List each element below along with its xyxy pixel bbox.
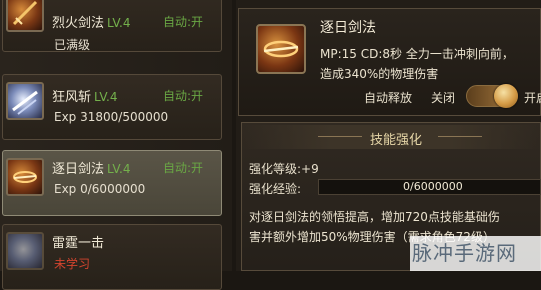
auto-release-label: 自动释放 bbox=[364, 91, 413, 105]
skill-auto-status: 自动:开 bbox=[163, 161, 204, 175]
auto-release-on-label: 开启 bbox=[524, 91, 541, 105]
skill-card-leiting[interactable] bbox=[2, 224, 222, 290]
sun-sword-icon bbox=[6, 158, 44, 196]
sun-sword-icon bbox=[256, 24, 306, 74]
fire-sword-icon bbox=[6, 0, 44, 32]
skill-level: LV.4 bbox=[107, 16, 131, 30]
thunder-strike-icon bbox=[6, 232, 44, 270]
desc-line: 造成340%的物理伤害 bbox=[320, 67, 439, 81]
skill-sub-text: Exp 0/6000000 bbox=[54, 182, 146, 196]
detail-skill-name: 逐日剑法 bbox=[320, 20, 376, 36]
skill-auto-status: 自动:开 bbox=[163, 15, 204, 29]
enhance-title: 技能强化 bbox=[370, 133, 423, 148]
skill-card-kuangfeng[interactable] bbox=[2, 74, 222, 140]
auto-release-off-label: 关闭 bbox=[431, 91, 456, 105]
toggle-knob[interactable] bbox=[494, 84, 518, 108]
title-divider-left bbox=[318, 136, 362, 137]
desc-line: 对逐日剑法的领悟提高，增加720点技能基础伤 bbox=[249, 210, 500, 224]
desc-line: MP:15 CD:8秒 全力一击冲刺向前， bbox=[320, 47, 514, 61]
detail-skill-description: MP:15 CD:8秒 全力一击冲刺向前， 造成340%的物理伤害 bbox=[320, 44, 514, 84]
skill-name-leiting: 雷霆一击 bbox=[52, 236, 105, 251]
skill-level: LV.4 bbox=[94, 90, 118, 104]
enhance-level: 强化等级:+9 bbox=[249, 162, 319, 176]
skill-name-liehuo: 烈火剑法 LV.4 bbox=[52, 16, 131, 31]
skill-name-zhuri: 逐日剑法 LV.4 bbox=[52, 162, 131, 177]
skill-sub-text: 已满级 bbox=[54, 38, 91, 52]
watermark-text: 脉冲手游网 bbox=[412, 241, 517, 265]
skill-name-kuangfeng: 狂风斩 LV.4 bbox=[52, 90, 118, 105]
skill-sub-text: 未学习 bbox=[54, 257, 91, 271]
enhance-exp-label: 强化经验: bbox=[249, 182, 302, 196]
skill-list-panel: 烈火剑法 LV.4 自动:开 已满级 狂风斩 LV.4 自动:开 Exp 31800… bbox=[0, 0, 232, 290]
skill-level: LV.4 bbox=[107, 162, 131, 176]
wind-slash-icon bbox=[6, 82, 44, 120]
skill-auto-status: 自动:开 bbox=[163, 89, 204, 103]
enhance-exp-value: 0/6000000 bbox=[403, 180, 463, 193]
title-divider-right bbox=[438, 136, 482, 137]
skill-sub-text: Exp 31800/500000 bbox=[54, 110, 169, 124]
